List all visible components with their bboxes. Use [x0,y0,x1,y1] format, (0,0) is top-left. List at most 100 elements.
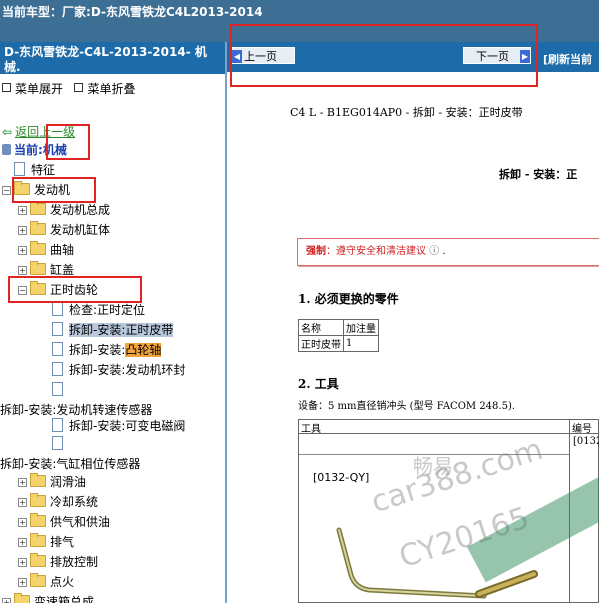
sidebar: D-东风雪铁龙-C4L-2013-2014- 机械. 菜单展开 菜单折叠 ⇦ 返回… [0,42,227,603]
tools-header-number: 编号 [569,420,599,435]
tree-item-label: 拆卸-安装:发动机转速传感器 [0,403,153,417]
expand-icon[interactable]: + [18,538,27,547]
tree-item-exhaust[interactable]: + 排气 [18,532,74,552]
tree-item-cooling[interactable]: + 冷却系统 [18,492,98,512]
warning-tail: . [442,246,446,257]
tree-item-gearbox[interactable]: + 变速箱总成 [2,592,94,603]
document-icon [52,418,63,432]
table-cell: 正时皮带 [298,335,344,352]
square-icon [74,83,84,92]
current-vehicle: 当前车型：厂家:D-东风雪铁龙C4L2013-2014 [2,3,263,20]
expand-icon[interactable]: + [18,498,27,507]
warning-label: 强制 [306,246,326,257]
expand-icon[interactable]: + [18,518,27,527]
folder-icon [30,241,46,255]
folder-icon [30,533,46,547]
refresh-link[interactable]: [刷新当前 [543,51,592,67]
folder-icon [30,573,46,587]
menu-controls: 菜单展开 菜单折叠 [0,74,225,100]
expand-icon[interactable]: + [2,598,11,603]
document-icon [52,362,63,376]
tool-code: [0132- [573,436,599,447]
expand-all-button[interactable]: 菜单展开 [2,82,63,96]
expand-icon[interactable]: + [18,266,27,275]
tree-item-label: 缸盖 [50,263,75,277]
divider [299,454,569,455]
expand-icon[interactable]: + [18,478,27,487]
section-tools-title: 2. 工具 [298,377,339,391]
tree-item-label: 供气和供油 [50,515,111,529]
search-match-highlight: 凸轮轴 [125,343,162,357]
tree-item-timing-belt[interactable]: 拆卸-安装:正时皮带 [52,320,174,340]
annotation-box [230,24,538,87]
expand-all-label: 菜单展开 [15,82,64,96]
folder-icon [30,221,46,235]
expand-icon[interactable]: + [18,206,27,215]
folder-icon [30,493,46,507]
annotation-box [8,276,142,303]
tree-item-label: 拆卸-安装:可变电磁阀 [69,419,186,433]
tree-item-ignition[interactable]: + 点火 [18,572,74,592]
document-icon [52,342,63,356]
tree-item-label: 拆卸-安装: [69,343,126,357]
folder-icon [30,553,46,567]
table-cell: 1 [343,335,379,352]
folder-icon [30,513,46,527]
tree-item-timing-check[interactable]: 检查:正时定位 [52,300,145,320]
section-parts-title: 1. 必须更换的零件 [298,292,399,306]
tree-item-fuel-air[interactable]: + 供气和供油 [18,512,110,532]
folder-icon [30,261,46,275]
info-icon[interactable]: ⓘ [429,246,439,257]
tree-item-label: 点火 [50,575,75,589]
document-icon [52,302,63,316]
back-arrow-icon: ⇦ [2,125,13,139]
current-label: 当前: [14,143,43,157]
tree-item-engine-assembly[interactable]: + 发动机总成 [18,200,110,220]
warning-box: 强制：遵守安全和清洁建议 ⓘ . [297,238,599,266]
vehicle-value: 厂家:D-东风雪铁龙C4L2013-2014 [62,5,263,19]
expand-icon[interactable]: + [18,246,27,255]
tree-item-oil-seal[interactable]: 拆卸-安装:发动机环封 [52,360,185,380]
computer-icon [2,144,11,155]
table-row: 正时皮带 1 [298,335,379,352]
tree-item-label: 拆卸-安装:发动机环封 [69,363,186,377]
annotation-box [12,177,96,203]
square-icon [2,83,11,92]
expand-icon[interactable]: + [18,578,27,587]
warning-text: ：遵守安全和清洁建议 [326,246,426,257]
tools-header-tool: 工具 [299,420,571,435]
document-icon [14,162,25,176]
tree-item-label: 变速箱总成 [34,595,95,603]
tool-label: [0132-QY] [313,471,370,484]
tree-item-label: 拆卸-安装:气缸相位传感器 [0,457,141,471]
tree-item-blank[interactable] [52,434,69,454]
tree-item-lubrication[interactable]: + 润滑油 [18,472,86,492]
tree-item-label: 检查:正时定位 [69,303,146,317]
tree-item-label: 排气 [50,535,75,549]
tree-item-camshaft[interactable]: 拆卸-安装:凸轮轴 [52,340,162,360]
tree-item-solenoid-valve[interactable]: 拆卸-安装:可变电磁阀 [52,416,185,436]
tree-item-label: 曲轴 [50,243,75,257]
tree-item-label: 特征 [31,163,56,177]
vehicle-label: 当前车型： [2,5,63,19]
collapse-icon[interactable]: − [2,186,11,195]
folder-icon [30,473,46,487]
expand-icon[interactable]: + [18,226,27,235]
table-header-cell: 加注量 [343,319,379,336]
tree-item-phase-sensor[interactable]: 拆卸-安装:气缸相位传感器 [0,454,140,474]
parts-table: 名称 加注量 正时皮带 1 [298,319,379,352]
document-icon [52,322,63,336]
document-icon [52,436,63,450]
equipment-text: 设备：5 mm直径销冲头 (型号 FACOM 248.5). [298,401,516,412]
collapse-all-button[interactable]: 菜单折叠 [74,82,135,96]
tree-item-crankshaft[interactable]: + 曲轴 [18,240,74,260]
tree-item-engine-block[interactable]: + 发动机缸体 [18,220,110,240]
tree-item-emission[interactable]: + 排放控制 [18,552,98,572]
collapse-all-label: 菜单折叠 [87,82,136,96]
doc-code-line: C4 L - B1EG014AP0 - 拆卸 - 安装：正时皮带 [290,106,523,119]
content-panel: ◀ 上一页 下一页 ▶ [刷新当前 C4 L - B1EG014AP0 - 拆卸 -… [227,42,599,603]
tree-item-blank[interactable] [52,380,69,400]
tree-item-label: 发动机缸体 [50,223,111,237]
tree-item-label: 发动机总成 [50,203,111,217]
expand-icon[interactable]: + [18,558,27,567]
